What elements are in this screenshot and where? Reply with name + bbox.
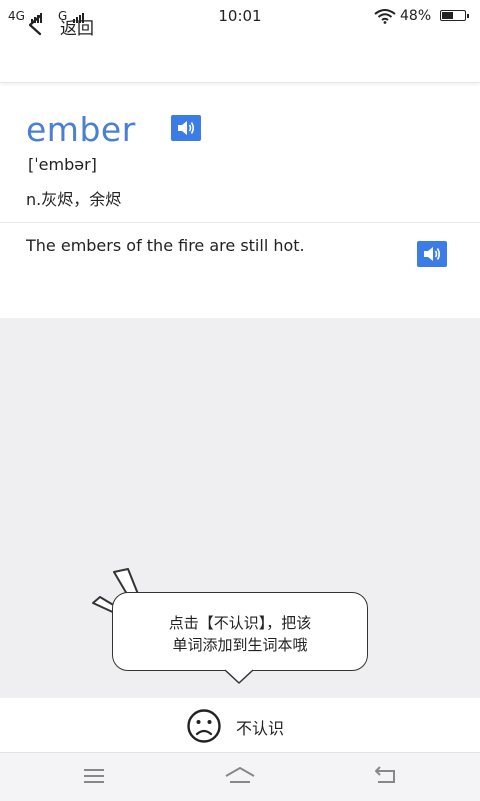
wifi-icon	[374, 9, 396, 24]
word-meaning: n.灰烬，余烬	[26, 190, 122, 209]
sad-face-icon[interactable]	[186, 708, 222, 744]
home-icon[interactable]	[224, 764, 256, 788]
example-sentence: The embers of the fire are still hot.	[26, 236, 305, 255]
back-arrow-icon[interactable]	[26, 14, 46, 36]
back-button-label[interactable]: 返回	[60, 14, 94, 39]
speaker-icon	[178, 121, 195, 135]
word-title: ember	[26, 110, 136, 149]
menu-icon[interactable]	[82, 764, 106, 788]
speaker-icon	[424, 247, 441, 261]
tip-line-1: 点击【不认识】，把该	[168, 614, 312, 632]
divider	[0, 222, 480, 223]
back-nav-icon[interactable]	[372, 764, 398, 788]
unknown-button-label[interactable]: 不认识	[236, 715, 284, 739]
example-audio-button[interactable]	[417, 241, 447, 267]
tip-line-2: 单词添加到生词本哦	[172, 636, 308, 654]
word-audio-button[interactable]	[171, 115, 201, 141]
tip-text: 点击【不认识】，把该 单词添加到生词本哦	[112, 612, 368, 656]
word-phonetic: [ˈembər]	[28, 155, 97, 174]
top-bar	[0, 32, 480, 83]
battery-percent: 48%	[400, 8, 432, 24]
battery-icon	[440, 10, 469, 21]
tip-bubble-tail	[225, 669, 253, 684]
